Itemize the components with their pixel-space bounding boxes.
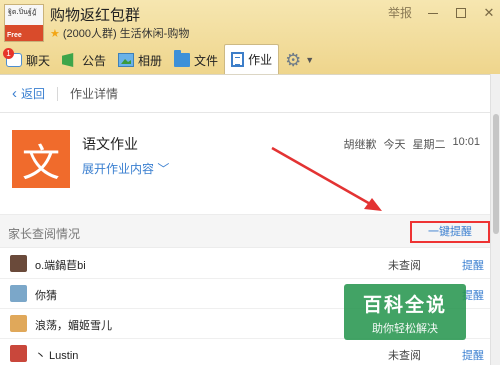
- parent-name: 浪荡，媚姬雪儿: [35, 320, 112, 332]
- homework-subject-icon: 文: [12, 130, 70, 188]
- homework-info: 文 语文作业 展开作业内容 ﹀ 胡继歉 今天 星期二 10:01: [0, 114, 490, 214]
- tab-chat-label: 聊天: [26, 53, 51, 68]
- remind-button[interactable]: 提醒: [462, 347, 484, 363]
- member-count: (2000人群): [62, 28, 117, 40]
- notice-flag-icon: [62, 53, 74, 67]
- tab-homework[interactable]: 作业: [224, 44, 280, 74]
- read-status: 未查阅: [388, 260, 421, 272]
- homework-time: 10:01: [452, 136, 480, 148]
- remind-button[interactable]: 提醒: [462, 257, 484, 273]
- tab-notice-label: 公告: [82, 53, 107, 68]
- list-item: o.端鍋苣bi 未查阅 提醒: [0, 249, 490, 279]
- close-icon[interactable]: ✕: [482, 5, 496, 20]
- tab-files[interactable]: 文件: [168, 46, 224, 74]
- avatar-label: ฐิต.ปิ่นฐ์ฎั: [5, 5, 43, 25]
- report-button[interactable]: 举报: [388, 4, 412, 21]
- tab-album-label: 相册: [138, 53, 163, 68]
- group-header: ฐิต.ปิ่นฐ์ฎั Free 购物返红包群 ★ (2000人群) 生活休闲…: [0, 0, 500, 79]
- star-icon: ★: [50, 27, 60, 40]
- folder-icon: [174, 50, 191, 67]
- watermark-logo: 百科全说 助你轻松解决: [344, 284, 466, 340]
- minimize-icon[interactable]: [426, 6, 440, 20]
- chevron-down-icon: ▼: [305, 55, 315, 65]
- avatar-badge: Free: [7, 32, 22, 39]
- chevron-down-icon: ﹀: [157, 162, 170, 176]
- detail-navbar: ‹ 返回 作业详情: [0, 75, 490, 113]
- avatar[interactable]: [10, 285, 27, 302]
- parent-name: 丶 Lustin: [35, 350, 79, 362]
- group-avatar[interactable]: ฐิต.ปิ่นฐ์ฎั Free: [4, 4, 44, 42]
- album-icon: [118, 53, 135, 67]
- homework-meta: 胡继歉 今天 星期二 10:01: [343, 136, 480, 152]
- scrollbar-thumb[interactable]: [493, 114, 499, 234]
- chat-icon: 1: [3, 48, 22, 67]
- tab-notice[interactable]: 公告: [56, 46, 112, 74]
- read-status: 未查阅: [388, 350, 421, 362]
- group-meta: ★ (2000人群) 生活休闲-购物: [50, 25, 189, 41]
- homework-date: 今天: [383, 139, 406, 151]
- tab-chat[interactable]: 1 聊天: [0, 46, 56, 74]
- homework-author: 胡继歉: [343, 139, 377, 151]
- homework-icon: [231, 52, 245, 67]
- parent-name: 你猜: [35, 290, 57, 302]
- tab-homework-label: 作业: [248, 53, 273, 67]
- group-category[interactable]: 生活休闲-购物: [120, 25, 190, 41]
- list-item: 丶 Lustin 未查阅 提醒: [0, 339, 490, 365]
- watermark-subtitle: 助你轻松解决: [372, 323, 438, 335]
- expand-content-link[interactable]: 展开作业内容 ﹀: [82, 160, 169, 177]
- chevron-left-icon: ‹: [12, 85, 17, 102]
- parent-name: o.端鍋苣bi: [35, 260, 86, 272]
- group-toolbar: 1 聊天 公告 相册 文件 作业 ⚙ ▼: [0, 44, 320, 74]
- page-title: 作业详情: [70, 87, 119, 101]
- watermark-title: 百科全说: [362, 295, 447, 316]
- parent-review-header: 家长查阅情况 一键提醒: [0, 214, 490, 248]
- homework-weekday: 星期二: [412, 139, 446, 151]
- divider: [57, 86, 59, 101]
- back-label: 返回: [21, 87, 46, 101]
- group-name[interactable]: 购物返红包群: [50, 4, 140, 25]
- homework-title: 语文作业: [82, 136, 138, 152]
- avatar[interactable]: [10, 255, 27, 272]
- settings-menu[interactable]: ⚙ ▼: [279, 46, 320, 74]
- tab-album[interactable]: 相册: [112, 46, 168, 74]
- back-button[interactable]: ‹ 返回: [12, 85, 45, 102]
- avatar[interactable]: [10, 345, 27, 362]
- gear-icon: ⚙: [285, 50, 302, 70]
- section-title: 家长查阅情况: [8, 227, 81, 241]
- vertical-scrollbar[interactable]: [490, 74, 500, 365]
- maximize-icon[interactable]: [454, 6, 468, 20]
- unread-badge: 1: [3, 48, 14, 59]
- window-controls: 举报 ✕: [388, 4, 496, 21]
- tab-files-label: 文件: [194, 53, 219, 68]
- remind-all-button[interactable]: 一键提醒: [410, 221, 490, 243]
- avatar[interactable]: [10, 315, 27, 332]
- expand-content-label: 展开作业内容: [82, 162, 155, 176]
